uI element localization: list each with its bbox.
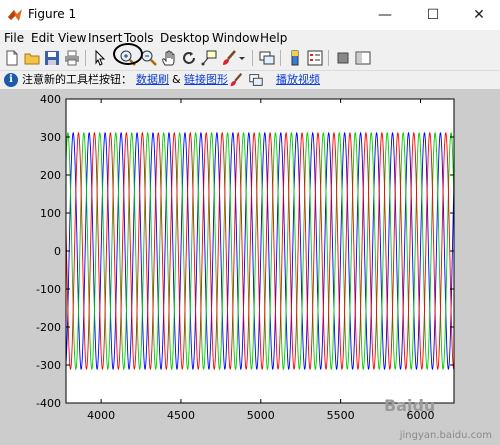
hide-tools-icon[interactable] (334, 49, 352, 67)
play-video-link[interactable]: 播放视频 (276, 73, 320, 87)
y-tick-label: 300 (40, 131, 61, 144)
pan-hand-icon[interactable] (160, 49, 178, 67)
title-bar: Figure 1 — ☐ ✕ (0, 0, 500, 30)
toolbar-separator (85, 50, 86, 66)
save-icon[interactable] (43, 49, 61, 67)
close-button[interactable]: ✕ (456, 0, 500, 30)
toolbar-separator (280, 50, 281, 66)
y-tick-label: 0 (54, 245, 61, 258)
minimize-button[interactable]: — (362, 0, 408, 30)
info-bar: i 注意新的工具栏按钮： 数据刷 & 链接图形 播放视频 (0, 71, 500, 89)
ampersand-text: & (172, 73, 181, 86)
y-tick-label: 100 (40, 207, 61, 220)
show-tools-icon[interactable] (354, 49, 372, 67)
y-tick-label: -400 (36, 397, 61, 410)
figure-toolbar (0, 46, 500, 71)
legend-icon[interactable] (306, 49, 324, 67)
figure-canvas: 400 300 200 100 0 -100 -200 -300 -400 4000 4500 500… (0, 89, 500, 445)
highlight-circle (113, 43, 143, 65)
info-icon: i (4, 73, 18, 87)
matlab-logo-icon (8, 9, 22, 21)
watermark-logo: Baidu (384, 396, 436, 415)
brush-small-icon (228, 72, 244, 88)
menu-insert[interactable]: Insert (88, 30, 122, 46)
data-cursor-icon[interactable] (200, 49, 218, 67)
brush-icon[interactable] (220, 49, 238, 67)
menu-view[interactable]: View (58, 30, 86, 46)
link-plot-link[interactable]: 链接图形 (184, 73, 228, 87)
y-tick-label: 200 (40, 169, 61, 182)
watermark-text: jingyan.baidu.com (399, 430, 492, 441)
axes-background (66, 99, 454, 403)
link-plot-icon[interactable] (258, 49, 276, 67)
line-plot[interactable]: 400 300 200 100 0 -100 -200 -300 -400 4000 4500 500… (0, 89, 500, 445)
data-brush-link[interactable]: 数据刷 (136, 73, 169, 87)
print-icon[interactable] (63, 49, 81, 67)
x-tick-label: 4500 (167, 409, 195, 422)
new-figure-icon[interactable] (3, 49, 21, 67)
menu-bar: File Edit View Insert Tools Desktop Wind… (0, 30, 500, 46)
toolbar-separator (328, 50, 329, 66)
open-file-icon[interactable] (23, 49, 41, 67)
menu-file[interactable]: File (4, 30, 24, 46)
y-tick-label: 400 (40, 93, 61, 106)
y-tick-label: -300 (36, 359, 61, 372)
link-small-icon (248, 72, 264, 88)
y-tick-label: -200 (36, 321, 61, 334)
y-tick-label: -100 (36, 283, 61, 296)
menu-window[interactable]: Window (212, 30, 259, 46)
toolbar-separator (252, 50, 253, 66)
window-title: Figure 1 (28, 7, 77, 21)
maximize-button[interactable]: ☐ (410, 0, 456, 30)
select-arrow-icon[interactable] (91, 49, 109, 67)
brush-dropdown-icon[interactable] (238, 49, 246, 67)
menu-desktop[interactable]: Desktop (160, 30, 210, 46)
rotate-3d-icon[interactable] (180, 49, 198, 67)
menu-edit[interactable]: Edit (31, 30, 54, 46)
colorbar-icon[interactable] (286, 49, 304, 67)
menu-help[interactable]: Help (260, 30, 287, 46)
x-tick-label: 4000 (87, 409, 115, 422)
x-tick-label: 5500 (327, 409, 355, 422)
info-text: 注意新的工具栏按钮： (22, 73, 132, 86)
x-tick-label: 5000 (247, 409, 275, 422)
